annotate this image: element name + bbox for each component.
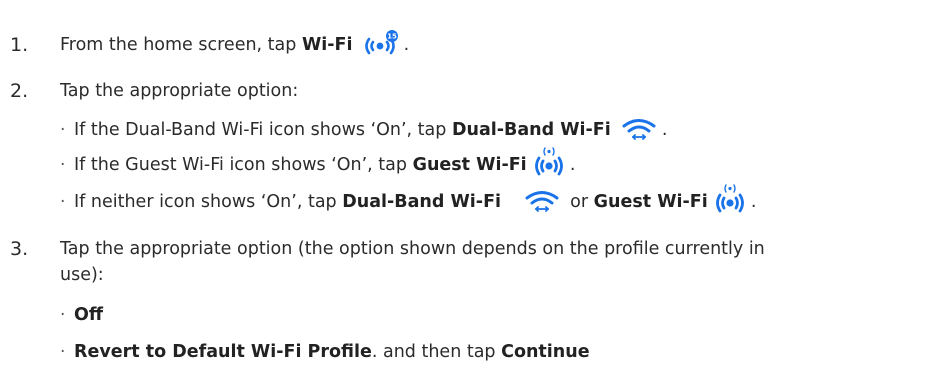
- step-2-bullet-2: If the Guest Wi-Fi icon shows ‘On’, tap …: [74, 147, 575, 177]
- step-2-text: Tap the appropriate option:: [60, 81, 299, 101]
- step-3-bullet-2: Revert to Default Wi-Fi Profile. and the…: [74, 342, 590, 362]
- dual-band-wifi-icon: [622, 118, 656, 142]
- guest-wifi-icon: [715, 184, 745, 214]
- bullet-glyph: ·: [60, 192, 66, 212]
- wifi-broadcast-badge-icon: 15: [362, 30, 399, 57]
- step-3-bullet-1: Off: [74, 305, 104, 325]
- dual-band-wifi-icon: [525, 190, 559, 214]
- bullet-glyph: ·: [60, 305, 66, 325]
- step-number: 2.: [10, 80, 29, 102]
- step-number: 3.: [10, 238, 29, 260]
- bullet-glyph: ·: [60, 342, 66, 362]
- step-1-bold: Wi-Fi: [301, 35, 353, 55]
- step-1-text: From the home screen, tap Wi-Fi 15 .: [60, 30, 410, 57]
- bullet-glyph: ·: [60, 155, 66, 175]
- step-2-bullet-3: If neither icon shows ‘On’, tap Dual-Ban…: [74, 184, 756, 214]
- step-1-post: .: [398, 35, 410, 55]
- step-2-bullet-1: If the Dual-Band Wi-Fi icon shows ‘On’, …: [74, 118, 668, 142]
- instructions-document: 1. From the home screen, tap Wi-Fi 15 . …: [0, 0, 950, 367]
- badge-count: 15: [387, 33, 397, 41]
- step-number: 1.: [10, 34, 29, 56]
- step-3-text-line-1: Tap the appropriate option (the option s…: [60, 239, 765, 259]
- step-1-pre: From the home screen, tap: [60, 35, 302, 55]
- step-3-text-line-2: use):: [60, 265, 104, 285]
- bullet-glyph: ·: [60, 120, 66, 140]
- guest-wifi-icon: [534, 147, 564, 177]
